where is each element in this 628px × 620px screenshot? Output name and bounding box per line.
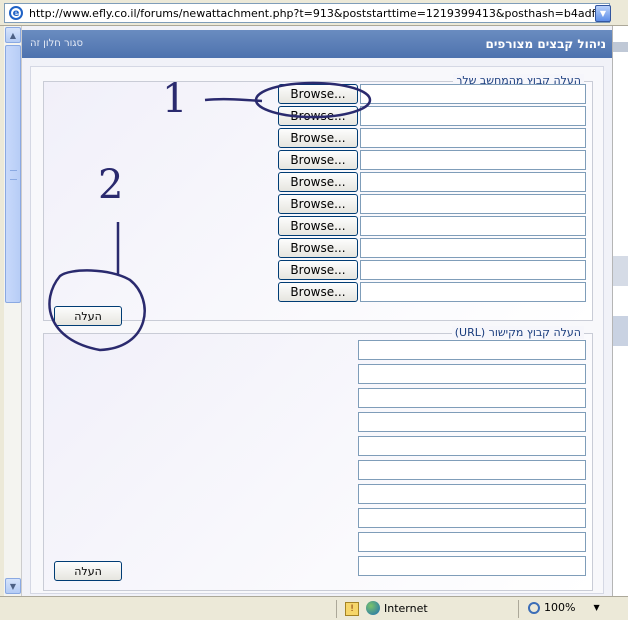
scroll-down-icon[interactable]: ▼ bbox=[5, 578, 21, 594]
browse-button[interactable]: Browse... bbox=[278, 84, 358, 104]
file-path-input[interactable] bbox=[360, 106, 586, 126]
file-path-input[interactable] bbox=[360, 128, 586, 148]
address-field[interactable]: e http://www.efly.co.il/forums/newattach… bbox=[4, 3, 610, 23]
window-scrollbar[interactable]: ▲ ▼ bbox=[4, 26, 22, 596]
url-input[interactable] bbox=[358, 508, 586, 528]
url-input[interactable] bbox=[358, 340, 586, 360]
url-input[interactable] bbox=[358, 532, 586, 552]
url-input[interactable] bbox=[358, 388, 586, 408]
browse-button[interactable]: Browse... bbox=[278, 128, 358, 148]
status-separator bbox=[518, 600, 519, 618]
file-path-input[interactable] bbox=[360, 194, 586, 214]
address-bar: e http://www.efly.co.il/forums/newattach… bbox=[0, 0, 628, 26]
file-path-input[interactable] bbox=[360, 172, 586, 192]
zoom-dropdown-icon[interactable]: ▼ bbox=[593, 603, 599, 612]
browse-button[interactable]: Browse... bbox=[278, 216, 358, 236]
zone-label: Internet bbox=[384, 601, 428, 615]
upload-from-computer-group: העלה קבוץ מהמחשב שלך Browse... Browse... B… bbox=[43, 74, 593, 326]
dialog-header: ניהול קבצים מצורפים סגור חלון זה bbox=[22, 30, 612, 58]
browser-window: e http://www.efly.co.il/forums/newattach… bbox=[0, 0, 628, 620]
url-input[interactable] bbox=[358, 484, 586, 504]
background-bar bbox=[613, 256, 628, 286]
attachments-dialog: ניהול קבצים מצורפים סגור חלון זה העלה קב… bbox=[22, 26, 612, 596]
dialog-title: ניהול קבצים מצורפים bbox=[485, 37, 606, 51]
zoom-level: 100% bbox=[544, 601, 576, 614]
browse-button[interactable]: Browse... bbox=[278, 282, 358, 302]
url-input[interactable] bbox=[358, 364, 586, 384]
address-dropdown-icon[interactable]: ▼ bbox=[595, 5, 611, 22]
zoom-magnifier-icon bbox=[528, 601, 540, 614]
background-bar bbox=[613, 42, 628, 52]
warning-icon[interactable]: ! bbox=[345, 602, 359, 616]
zoom-control[interactable]: 100% ▼ bbox=[528, 601, 600, 614]
file-path-input[interactable] bbox=[360, 150, 586, 170]
file-path-input[interactable] bbox=[360, 238, 586, 258]
background-bar bbox=[613, 316, 628, 346]
address-url: http://www.efly.co.il/forums/newattachme… bbox=[29, 6, 610, 20]
status-separator bbox=[336, 600, 337, 618]
dialog-body: העלה קבוץ מהמחשב שלך Browse... Browse... B… bbox=[30, 66, 604, 594]
browse-button[interactable]: Browse... bbox=[278, 106, 358, 126]
security-zone[interactable]: Internet bbox=[366, 601, 428, 615]
browse-button[interactable]: Browse... bbox=[278, 150, 358, 170]
browse-button[interactable]: Browse... bbox=[278, 172, 358, 192]
scroll-thumb[interactable] bbox=[5, 45, 21, 303]
upload-files-button[interactable]: העלה bbox=[54, 306, 122, 326]
file-path-input[interactable] bbox=[360, 260, 586, 280]
url-input[interactable] bbox=[358, 460, 586, 480]
upload-url-button[interactable]: העלה bbox=[54, 561, 122, 581]
status-bar: ! Internet 100% ▼ bbox=[0, 596, 628, 620]
url-input[interactable] bbox=[358, 412, 586, 432]
globe-icon bbox=[366, 601, 380, 615]
file-path-input[interactable] bbox=[360, 216, 586, 236]
background-page bbox=[612, 26, 628, 596]
browse-button[interactable]: Browse... bbox=[278, 238, 358, 258]
file-path-input[interactable] bbox=[360, 282, 586, 302]
url-input[interactable] bbox=[358, 556, 586, 576]
scroll-up-icon[interactable]: ▲ bbox=[5, 27, 21, 43]
upload-from-url-legend: העלה קבוץ מקישור (URL) bbox=[451, 326, 584, 339]
close-window-link[interactable]: סגור חלון זה bbox=[30, 38, 83, 49]
browse-button[interactable]: Browse... bbox=[278, 194, 358, 214]
upload-from-url-group: העלה קבוץ מקישור (URL) העלה bbox=[43, 326, 593, 591]
url-input[interactable] bbox=[358, 436, 586, 456]
browse-button[interactable]: Browse... bbox=[278, 260, 358, 280]
ie-page-icon: e bbox=[9, 6, 23, 20]
file-path-input[interactable] bbox=[360, 84, 586, 104]
